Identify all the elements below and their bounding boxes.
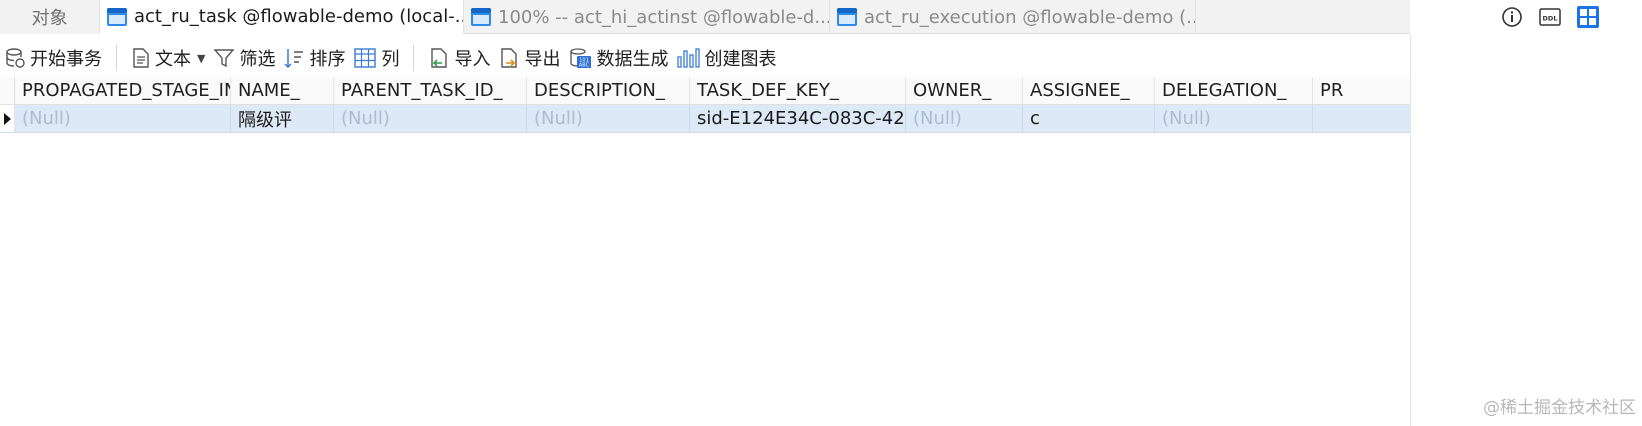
import-label: 导入 <box>454 49 491 70</box>
data-generate-button[interactable]: 101 ABC 数据生成 <box>564 42 672 74</box>
column-header-propagated-stage-inst-id[interactable]: PROPAGATED_STAGE_IN <box>15 77 231 104</box>
database-icon <box>6 48 25 68</box>
tab-objects[interactable]: 对象 <box>0 0 100 34</box>
table-icon <box>107 7 127 26</box>
header-row: PROPAGATED_STAGE_IN NAME_ PARENT_TASK_ID… <box>0 77 1410 105</box>
begin-transaction-label: 开始事务 <box>30 49 102 70</box>
create-chart-label: 创建图表 <box>704 49 777 70</box>
info-icon[interactable] <box>1500 5 1524 29</box>
row-pointer-icon <box>3 112 11 125</box>
table-cell[interactable]: sid-E124E34C-083C-42E <box>690 105 906 132</box>
import-icon <box>431 48 448 68</box>
filter-label: 筛选 <box>239 49 276 70</box>
row-indicator-header <box>0 77 15 104</box>
sort-button[interactable]: 排序 <box>279 42 349 74</box>
column-header-name[interactable]: NAME_ <box>231 77 334 104</box>
columns-label: 列 <box>381 49 400 70</box>
table-cell[interactable]: (Null) <box>334 105 527 132</box>
tab-act-ru-task[interactable]: act_ru_task @flowable-demo (local-... <box>100 0 464 34</box>
table-cell[interactable]: (Null) <box>527 105 690 132</box>
export-label: 导出 <box>524 49 561 70</box>
tab-label: 对象 <box>31 8 68 29</box>
sort-label: 排序 <box>309 49 346 70</box>
column-header-truncated[interactable]: PR <box>1313 77 1410 104</box>
create-chart-button[interactable]: 创建图表 <box>672 42 780 74</box>
column-header-assignee[interactable]: ASSIGNEE_ <box>1023 77 1155 104</box>
column-header-task-def-key[interactable]: TASK_DEF_KEY_ <box>690 77 906 104</box>
table-icon <box>837 8 857 26</box>
tab-act-ru-execution[interactable]: act_ru_execution @flowable-demo (... <box>830 0 1196 34</box>
separator <box>116 45 117 71</box>
column-header-delegation[interactable]: DELEGATION_ <box>1155 77 1313 104</box>
tab-label: act_ru_execution @flowable-demo (... <box>864 6 1196 28</box>
right-toolbar: DDL <box>1500 5 1600 29</box>
watermark: @稀土掘金技术社区 <box>1483 398 1636 418</box>
right-pane: @稀土掘金技术社区 <box>1410 34 1642 426</box>
table-cell[interactable] <box>1313 105 1410 132</box>
chart-icon <box>677 48 701 68</box>
columns-button[interactable]: 列 <box>349 42 403 74</box>
text-view-label: 文本 <box>155 49 191 70</box>
data-toolbar: 开始事务 文本 ▼ 筛选 排序 列 导入 导出 101 ABC 数据生成 创建图表 <box>0 40 1410 76</box>
tab-act-hi-actinst[interactable]: 100% -- act_hi_actinst @flowable-d... <box>464 0 830 34</box>
filter-icon <box>213 49 236 68</box>
current-row-indicator <box>0 105 15 132</box>
table-cell[interactable]: (Null) <box>906 105 1023 132</box>
import-button[interactable]: 导入 <box>424 42 494 74</box>
column-header-owner[interactable]: OWNER_ <box>906 77 1023 104</box>
columns-icon <box>354 48 377 68</box>
export-button[interactable]: 导出 <box>494 42 564 74</box>
svg-text:ABC: ABC <box>579 63 590 69</box>
separator <box>413 45 415 71</box>
document-icon <box>133 48 149 68</box>
table-cell[interactable]: 隔级评 <box>231 105 334 132</box>
table-cell[interactable]: c <box>1023 105 1155 132</box>
table-icon <box>471 8 491 26</box>
ddl-icon[interactable]: DDL <box>1538 5 1562 29</box>
begin-transaction-button[interactable]: 开始事务 <box>0 42 106 74</box>
column-header-description[interactable]: DESCRIPTION_ <box>527 77 690 104</box>
column-header-parent-task-id[interactable]: PARENT_TASK_ID_ <box>334 77 527 104</box>
data-generate-label: 数据生成 <box>596 49 669 70</box>
export-icon <box>501 48 518 68</box>
data-generate-icon: 101ABC <box>570 48 592 69</box>
chevron-down-icon[interactable]: ▼ <box>197 52 205 65</box>
grid-view-icon[interactable] <box>1576 5 1600 29</box>
sort-icon <box>284 49 304 69</box>
table-row[interactable]: (Null) 隔级评 (Null) (Null) sid-E124E34C-08… <box>0 105 1410 133</box>
svg-text:DDL: DDL <box>1543 15 1558 23</box>
tab-label: 100% -- act_hi_actinst @flowable-d... <box>498 6 830 28</box>
table-cell[interactable]: (Null) <box>15 105 231 132</box>
tab-label: act_ru_task @flowable-demo (local-... <box>134 6 464 27</box>
data-grid: PROPAGATED_STAGE_IN NAME_ PARENT_TASK_ID… <box>0 77 1410 133</box>
table-cell[interactable]: (Null) <box>1155 105 1313 132</box>
filter-button[interactable]: 筛选 <box>209 42 279 74</box>
tab-bar: 对象 act_ru_task @flowable-demo (local-...… <box>0 0 1410 34</box>
text-view-button[interactable]: 文本 ▼ <box>127 42 209 74</box>
